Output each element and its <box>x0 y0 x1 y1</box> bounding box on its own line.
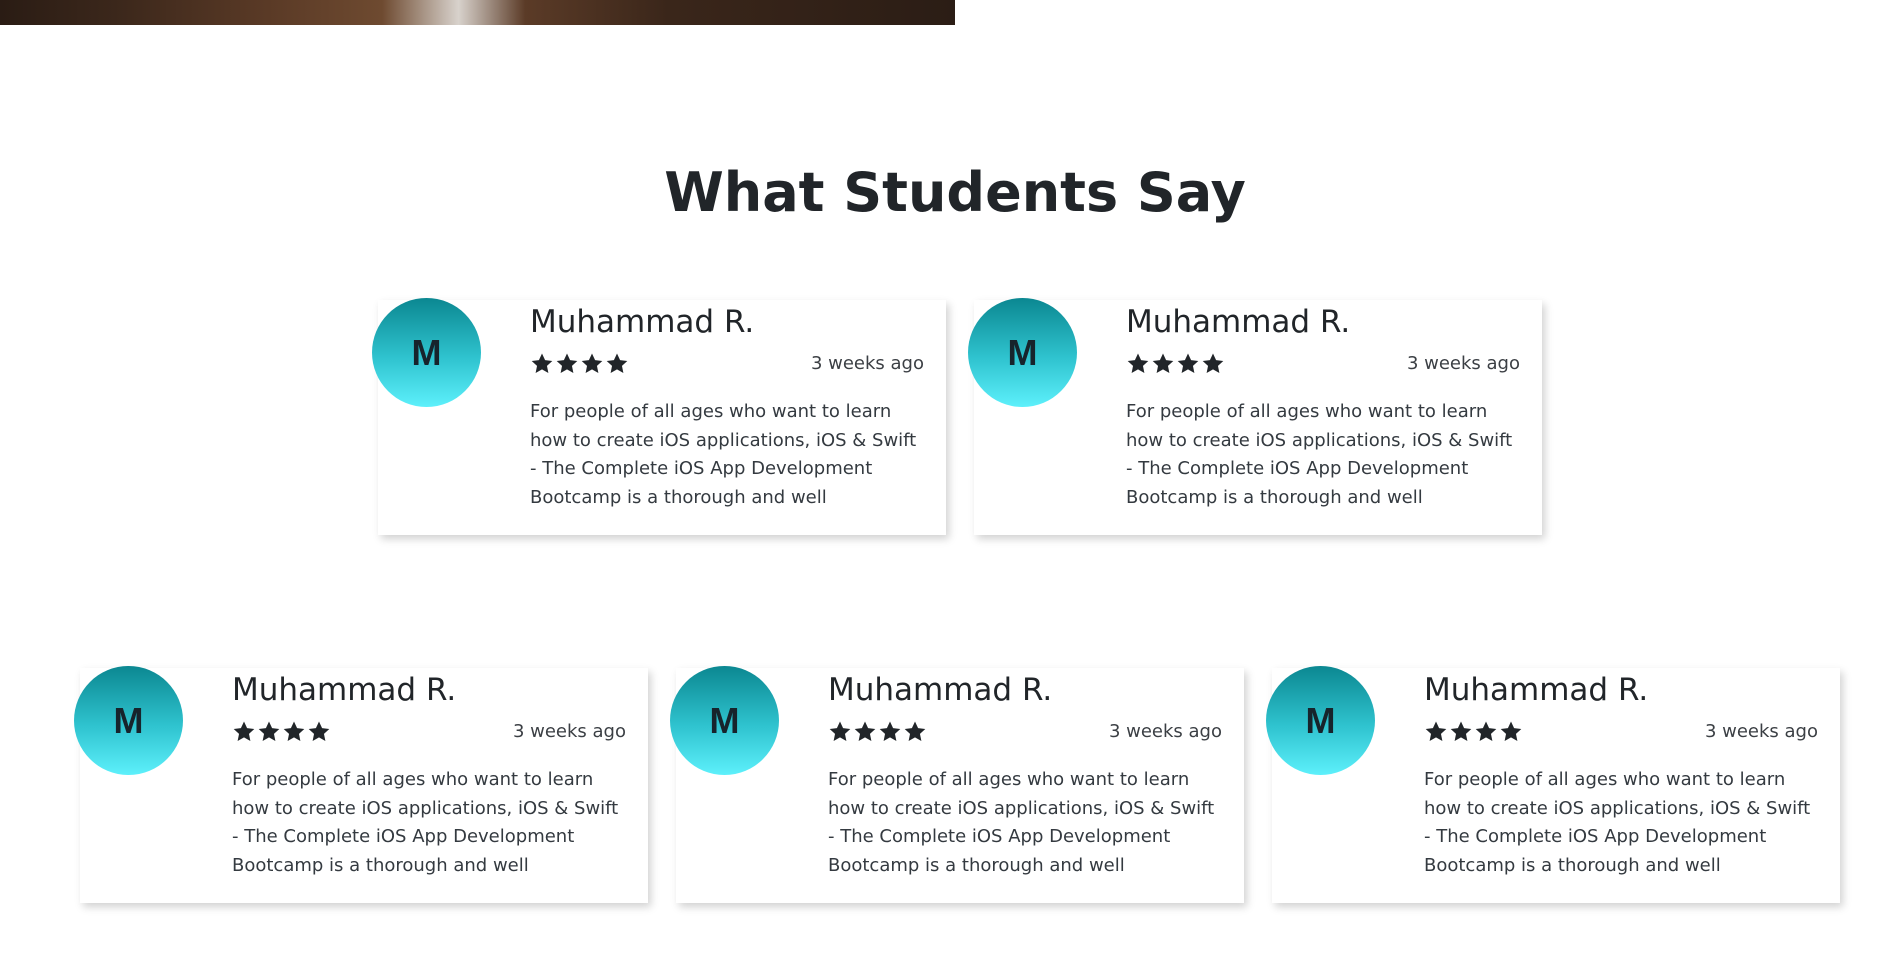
review-text: For people of all ages who want to learn… <box>530 401 917 508</box>
review-text: For people of all ages who want to learn… <box>1126 401 1513 508</box>
review-time: 3 weeks ago <box>512 721 626 742</box>
review-card: M Muhammad R. 3 weeks ago For people of … <box>968 298 1542 535</box>
avatar: M <box>372 298 481 407</box>
star-rating <box>828 720 927 744</box>
section-title: What Students Say <box>664 161 1246 224</box>
testimonials-page: What Students Say M Muhammad R. 3 weeks … <box>0 0 1900 975</box>
reviewer-name: Muhammad R. <box>1126 304 1351 340</box>
star-icon <box>1475 721 1497 741</box>
star-icon <box>556 353 578 373</box>
star-icon <box>258 721 280 741</box>
review-card: M Muhammad R. 3 weeks ago For people of … <box>74 666 648 903</box>
review-time: 3 weeks ago <box>1704 721 1818 742</box>
review-time: 3 weeks ago <box>810 353 924 374</box>
star-icon <box>854 721 876 741</box>
reviewer-name: Muhammad R. <box>828 672 1053 708</box>
star-icon <box>1177 353 1199 373</box>
star-icon <box>1152 353 1174 373</box>
star-icon <box>1450 721 1472 741</box>
review-card: M Muhammad R. 3 weeks ago For people of … <box>1266 666 1840 903</box>
review-time: 3 weeks ago <box>1406 353 1520 374</box>
avatar: M <box>74 666 183 775</box>
avatar-initial: M <box>1007 331 1038 373</box>
star-rating <box>232 720 331 744</box>
star-icon <box>531 353 553 373</box>
star-icon <box>233 721 255 741</box>
review-text: For people of all ages who want to learn… <box>232 769 619 876</box>
star-icon <box>581 353 603 373</box>
star-rating <box>530 352 629 376</box>
review-card: M Muhammad R. 3 weeks ago For people of … <box>372 298 946 535</box>
star-rating <box>1126 352 1225 376</box>
star-icon <box>1127 353 1149 373</box>
star-icon <box>1500 721 1522 741</box>
star-icon <box>1425 721 1447 741</box>
reviewer-name: Muhammad R. <box>1424 672 1649 708</box>
review-text: For people of all ages who want to learn… <box>1424 769 1811 876</box>
review-text: For people of all ages who want to learn… <box>828 769 1215 876</box>
reviewer-name: Muhammad R. <box>232 672 457 708</box>
avatar-initial: M <box>113 699 144 741</box>
star-icon <box>606 353 628 373</box>
avatar-initial: M <box>1305 699 1336 741</box>
star-icon <box>879 721 901 741</box>
review-card: M Muhammad R. 3 weeks ago For people of … <box>670 666 1244 903</box>
star-icon <box>308 721 330 741</box>
reviewer-name: Muhammad R. <box>530 304 755 340</box>
star-icon <box>283 721 305 741</box>
review-time: 3 weeks ago <box>1108 721 1222 742</box>
avatar: M <box>670 666 779 775</box>
hero-image <box>0 0 955 25</box>
star-rating <box>1424 720 1523 744</box>
avatar-initial: M <box>411 331 442 373</box>
avatar: M <box>1266 666 1375 775</box>
star-icon <box>904 721 926 741</box>
star-icon <box>829 721 851 741</box>
avatar-initial: M <box>709 699 740 741</box>
avatar: M <box>968 298 1077 407</box>
star-icon <box>1202 353 1224 373</box>
